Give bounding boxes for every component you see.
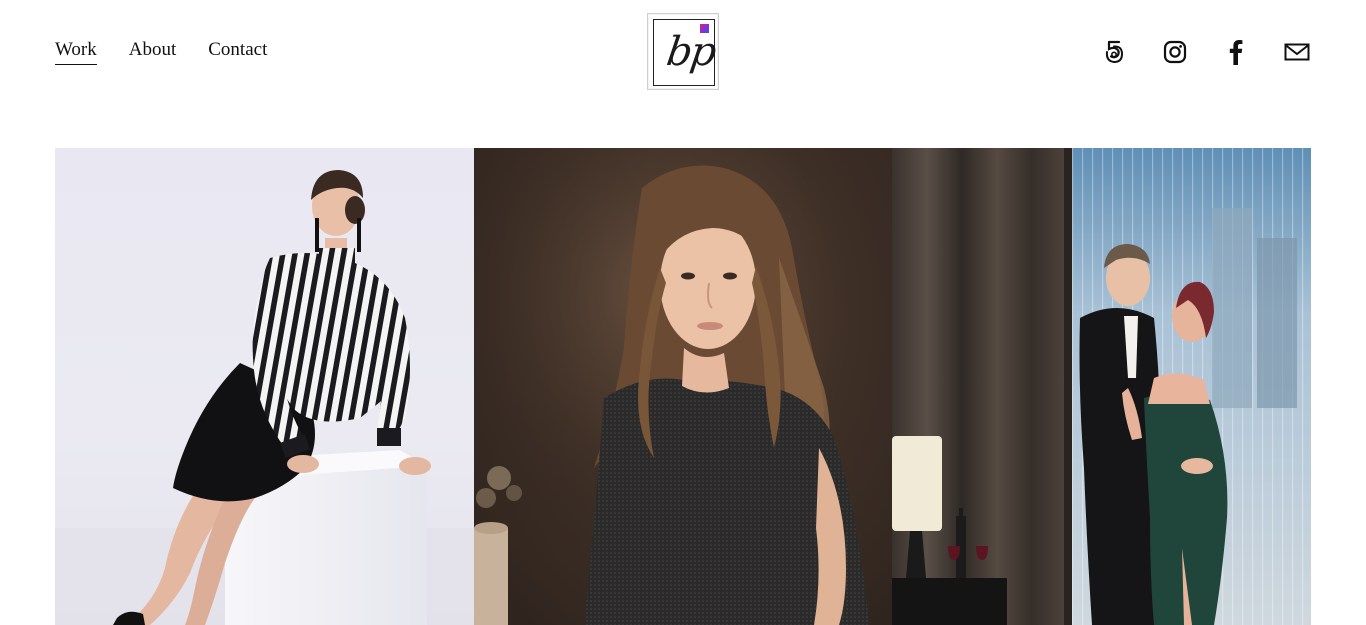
social-links: [1100, 38, 1311, 66]
email-icon[interactable]: [1283, 38, 1311, 66]
logo-frame: bp: [653, 19, 718, 86]
500px-icon[interactable]: [1100, 38, 1128, 66]
image-gallery: [55, 148, 1311, 625]
gallery-image-1[interactable]: [55, 148, 474, 625]
site-logo[interactable]: bp: [647, 13, 719, 90]
facebook-icon[interactable]: [1222, 38, 1250, 66]
gallery-image-3[interactable]: [892, 148, 1311, 625]
photo-girl-wavy-hair-dark-dress: [474, 148, 892, 625]
logo-monogram: bp: [663, 29, 718, 75]
photo-couple-embracing-by-window: [892, 148, 1311, 625]
photo-woman-striped-blouse-on-white-block: [55, 170, 474, 625]
instagram-icon[interactable]: [1161, 38, 1189, 66]
nav-link-work[interactable]: Work: [55, 37, 97, 65]
nav-link-about[interactable]: About: [129, 37, 177, 65]
logo-color-square: [700, 24, 709, 33]
nav-link-contact[interactable]: Contact: [208, 37, 267, 65]
site-header: Work About Contact bp: [0, 0, 1366, 110]
gallery-image-2[interactable]: [474, 148, 892, 625]
main-nav: Work About Contact: [55, 37, 299, 65]
